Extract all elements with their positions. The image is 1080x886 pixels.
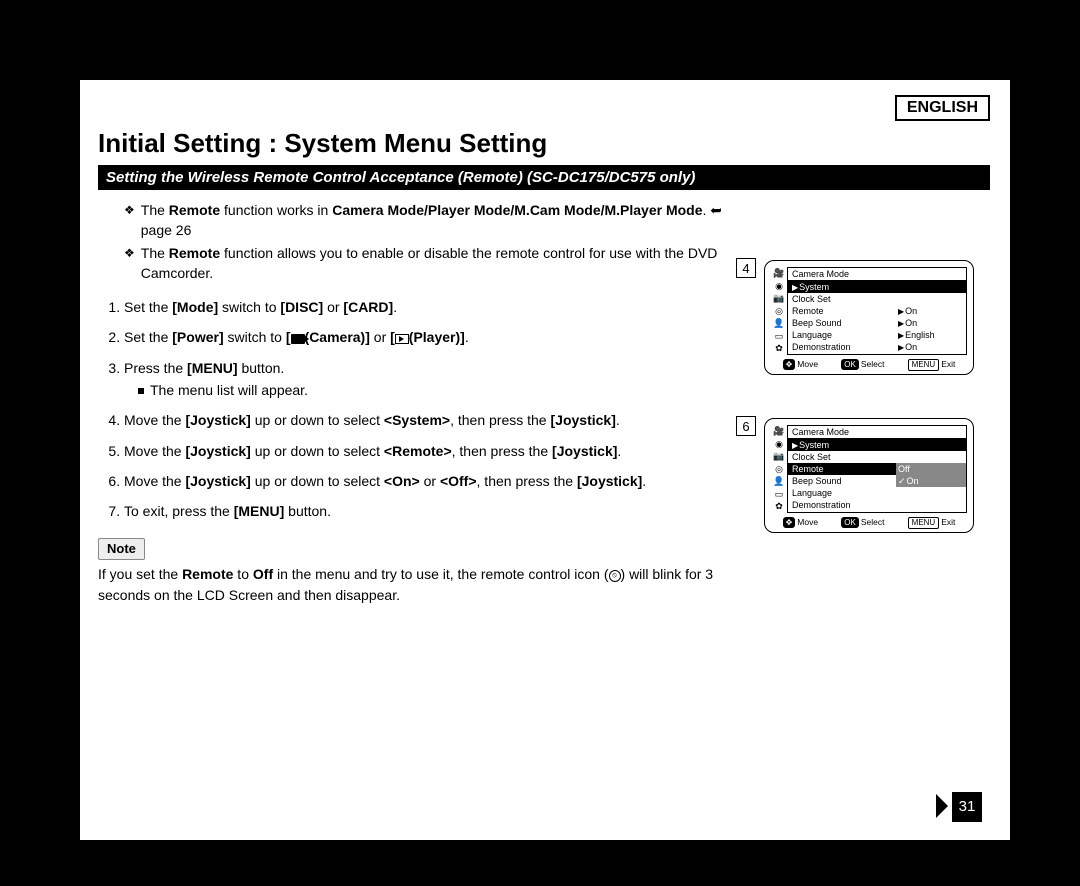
menu-system-row: ▶System <box>788 281 966 293</box>
diamond-icon: ❖ <box>124 202 135 219</box>
menu-header: Camera Mode <box>788 426 966 439</box>
content-body: ❖ The Remote function works in Camera Mo… <box>98 198 738 605</box>
menu-icon: MENU <box>908 359 940 371</box>
ok-icon: OK <box>841 517 859 528</box>
memory-icon: ▭ <box>771 488 787 501</box>
dpad-icon: ✥ <box>783 359 796 370</box>
menu-demo-row: Demonstration▶On <box>788 341 966 353</box>
step-marker-4: 4 <box>736 258 756 278</box>
gear-icon: ✿ <box>771 342 787 355</box>
steps-list: Set the [Mode] switch to [DISC] or [CARD… <box>104 297 738 521</box>
menu-language-row: Language▶English <box>788 329 966 341</box>
step-marker-6: 6 <box>736 416 756 436</box>
camera-small-icon: 📷 <box>771 292 787 305</box>
square-bullet-icon <box>138 388 144 394</box>
menu-beep-row: Beep Sound✓On <box>788 475 966 487</box>
note-label: Note <box>98 538 145 561</box>
page-title: Initial Setting : System Menu Setting <box>98 128 547 159</box>
menu-beep-row: Beep Sound▶On <box>788 317 966 329</box>
disc2-icon: ◎ <box>771 305 787 318</box>
ok-icon: OK <box>841 359 859 370</box>
diamond-icon: ❖ <box>124 245 135 262</box>
step-6: Move the [Joystick] up or down to select… <box>124 471 738 491</box>
menu-remote-row-selected: RemoteOff <box>788 463 966 475</box>
player-icon <box>395 334 409 344</box>
remote-blocked-icon: ⦸ <box>609 570 621 582</box>
step-1: Set the [Mode] switch to [DISC] or [CARD… <box>124 297 738 317</box>
menu-remote-row: Remote▶On <box>788 305 966 317</box>
bullet-1: ❖ The Remote function works in Camera Mo… <box>124 200 738 241</box>
section-subtitle: Setting the Wireless Remote Control Acce… <box>98 165 990 190</box>
disc2-icon: ◎ <box>771 463 787 476</box>
person-icon: 👤 <box>771 317 787 330</box>
menu-system-row: ▶System <box>788 439 966 451</box>
dpad-icon: ✥ <box>783 517 796 528</box>
camera-small-icon: 📷 <box>771 450 787 463</box>
bullet-2: ❖ The Remote function allows you to enab… <box>124 243 738 284</box>
menu-icon: MENU <box>908 517 940 529</box>
lcd-illustration-6: 6 🎥 ◉ 📷 ◎ 👤 ▭ ✿ Camera Mode ▶System Cloc… <box>764 418 984 533</box>
manual-page: ENGLISH Initial Setting : System Menu Se… <box>80 80 1010 840</box>
lcd-footer: ✥Move OKSelect MENUExit <box>771 359 967 371</box>
person-icon: 👤 <box>771 475 787 488</box>
lcd-illustration-4: 4 🎥 ◉ 📷 ◎ 👤 ▭ ✿ Camera Mode ▶System Cloc… <box>764 260 984 375</box>
disc-icon: ◉ <box>771 280 787 293</box>
lcd-footer: ✥Move OKSelect MENUExit <box>771 517 967 529</box>
camera-icon <box>291 334 305 344</box>
intro-bullets: ❖ The Remote function works in Camera Mo… <box>124 200 738 283</box>
menu-clock-row: Clock Set <box>788 293 966 305</box>
step-2: Set the [Power] switch to [(Camera)] or … <box>124 327 738 347</box>
step-7: To exit, press the [MENU] button. <box>124 501 738 521</box>
camera-mode-icon: 🎥 <box>771 425 787 438</box>
step-3: Press the [MENU] button. The menu list w… <box>124 358 738 401</box>
page-ref-icon: ➥ <box>710 200 722 220</box>
page-arrow-icon <box>936 794 948 818</box>
menu-panel: Camera Mode ▶System Clock Set RemoteOff … <box>787 425 967 513</box>
step-5: Move the [Joystick] up or down to select… <box>124 441 738 461</box>
menu-header: Camera Mode <box>788 268 966 281</box>
gear-icon: ✿ <box>771 500 787 513</box>
menu-demo-row: Demonstration <box>788 499 966 511</box>
note-text: If you set the Remote to Off in the menu… <box>98 564 738 605</box>
page-number: 31 <box>952 792 982 822</box>
camera-mode-icon: 🎥 <box>771 267 787 280</box>
disc-icon: ◉ <box>771 438 787 451</box>
menu-clock-row: Clock Set <box>788 451 966 463</box>
menu-panel: Camera Mode ▶System Clock Set Remote▶On … <box>787 267 967 355</box>
menu-language-row: Language <box>788 487 966 499</box>
language-label: ENGLISH <box>895 95 990 121</box>
memory-icon: ▭ <box>771 330 787 343</box>
step-4: Move the [Joystick] up or down to select… <box>124 410 738 430</box>
